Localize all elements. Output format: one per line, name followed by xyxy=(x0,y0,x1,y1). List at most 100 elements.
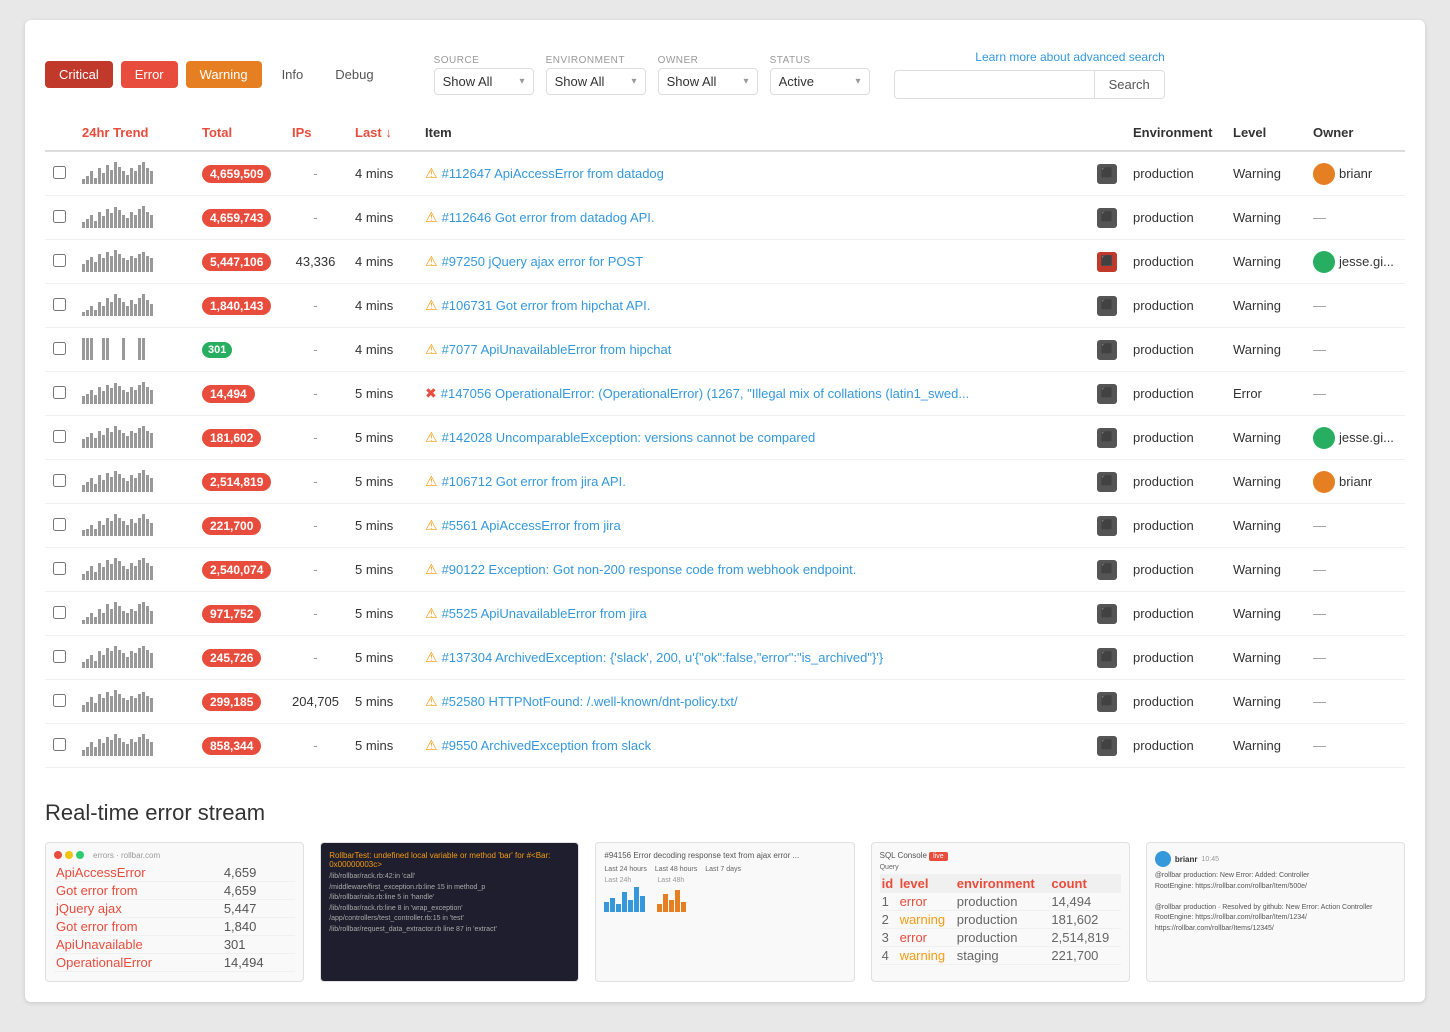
item-link[interactable]: #137304 ArchivedException: {'slack', 200… xyxy=(442,650,884,665)
item-link[interactable]: #7077 ApiUnavailableError from hipchat xyxy=(442,342,672,357)
last-seen: 4 mins xyxy=(347,284,417,328)
realtime-card-4[interactable]: SQL Console live Query idlevelenvironmen… xyxy=(871,842,1130,982)
row-checkbox[interactable] xyxy=(53,166,66,179)
item-link[interactable]: #112647 ApiAccessError from datadog xyxy=(442,166,664,181)
advanced-search-link[interactable]: Learn more about advanced search xyxy=(975,50,1164,64)
env-action-icon[interactable]: ⬛ xyxy=(1097,164,1117,184)
critical-button[interactable]: Critical xyxy=(45,61,113,88)
item-link[interactable]: #97250 jQuery ajax error for POST xyxy=(442,254,644,269)
env-icon-cell: ⬛ xyxy=(1083,636,1125,680)
header-owner[interactable]: Owner xyxy=(1305,115,1405,151)
header-environment[interactable]: Environment xyxy=(1125,115,1225,151)
table-row: 14,494-5 mins✖#147056 OperationalError: … xyxy=(45,372,1405,416)
total-badge: 5,447,106 xyxy=(202,253,271,271)
row-checkbox[interactable] xyxy=(53,738,66,751)
realtime-card-5[interactable]: brianr 10:45 @rollbar production: New Er… xyxy=(1146,842,1405,982)
header-24hr-trend[interactable]: 24hr Trend xyxy=(74,115,194,151)
realtime-card-2[interactable]: RollbarTest: undefined local variable or… xyxy=(320,842,579,982)
environment-value: production xyxy=(1125,504,1225,548)
debug-button[interactable]: Debug xyxy=(323,61,385,88)
item-link[interactable]: #112646 Got error from datadog API. xyxy=(442,210,655,225)
trend-chart xyxy=(82,688,153,712)
env-action-icon[interactable]: ⬛ xyxy=(1097,384,1117,404)
env-action-icon[interactable]: ⬛ xyxy=(1097,428,1117,448)
row-checkbox[interactable] xyxy=(53,562,66,575)
environment-value: production xyxy=(1125,724,1225,768)
item-link[interactable]: #90122 Exception: Got non-200 response c… xyxy=(442,562,857,577)
env-action-icon[interactable]: ⬛ xyxy=(1097,604,1117,624)
owner-name: brianr xyxy=(1339,166,1372,181)
row-checkbox[interactable] xyxy=(53,210,66,223)
env-action-icon[interactable]: ⬛ xyxy=(1097,252,1117,272)
row-checkbox[interactable] xyxy=(53,606,66,619)
status-filter: STATUS Active ▾ xyxy=(770,55,870,95)
env-action-icon[interactable]: ⬛ xyxy=(1097,560,1117,580)
item-link[interactable]: #106712 Got error from jira API. xyxy=(442,474,626,489)
item-link[interactable]: #106731 Got error from hipchat API. xyxy=(442,298,651,313)
source-select[interactable]: Show All ▾ xyxy=(434,68,534,95)
search-input[interactable] xyxy=(894,70,1094,99)
item-link[interactable]: #142028 UncomparableException: versions … xyxy=(442,430,816,445)
owner-name: — xyxy=(1313,518,1326,533)
owner-avatar xyxy=(1313,427,1335,449)
header-checkbox xyxy=(45,115,74,151)
total-badge: 858,344 xyxy=(202,737,261,755)
row-checkbox[interactable] xyxy=(53,254,66,267)
realtime-card-1[interactable]: errors · rollbar.com ApiAccessError4,659… xyxy=(45,842,304,982)
owner-select[interactable]: Show All ▾ xyxy=(658,68,758,95)
error-button[interactable]: Error xyxy=(121,61,178,88)
level-value: Warning xyxy=(1225,504,1305,548)
table-row: 181,602-5 mins⚠#142028 UncomparableExcep… xyxy=(45,416,1405,460)
owner-name: — xyxy=(1313,342,1326,357)
row-checkbox[interactable] xyxy=(53,342,66,355)
trend-chart xyxy=(82,380,153,404)
header-level[interactable]: Level xyxy=(1225,115,1305,151)
row-checkbox[interactable] xyxy=(53,386,66,399)
level-value: Warning xyxy=(1225,636,1305,680)
environment-select[interactable]: Show All ▾ xyxy=(546,68,646,95)
item-link[interactable]: #9550 ArchivedException from slack xyxy=(442,738,652,753)
item-link[interactable]: #5561 ApiAccessError from jira xyxy=(442,518,621,533)
env-action-icon[interactable]: ⬛ xyxy=(1097,472,1117,492)
item-link[interactable]: #147056 OperationalError: (OperationalEr… xyxy=(441,386,970,401)
row-checkbox[interactable] xyxy=(53,694,66,707)
ips-cell: - xyxy=(284,636,347,680)
header-total[interactable]: Total xyxy=(194,115,284,151)
env-icon-cell: ⬛ xyxy=(1083,240,1125,284)
env-action-icon[interactable]: ⬛ xyxy=(1097,736,1117,756)
item-cell: ⚠#52580 HTTPNotFound: /.well-known/dnt-p… xyxy=(417,680,1083,724)
row-checkbox[interactable] xyxy=(53,518,66,531)
row-checkbox[interactable] xyxy=(53,650,66,663)
status-select[interactable]: Active ▾ xyxy=(770,68,870,95)
header-last[interactable]: Last ↓ xyxy=(347,115,417,151)
total-badge: 181,602 xyxy=(202,429,261,447)
env-action-icon[interactable]: ⬛ xyxy=(1097,692,1117,712)
source-filter: SOURCE Show All ▾ xyxy=(434,55,534,95)
row-checkbox[interactable] xyxy=(53,474,66,487)
env-action-icon[interactable]: ⬛ xyxy=(1097,208,1117,228)
owner-value: jesse.gi... xyxy=(1305,240,1405,284)
last-seen: 4 mins xyxy=(347,328,417,372)
env-icon-cell: ⬛ xyxy=(1083,372,1125,416)
warning-icon: ⚠ xyxy=(425,297,438,313)
env-action-icon[interactable]: ⬛ xyxy=(1097,296,1117,316)
item-cell: ⚠#112646 Got error from datadog API. xyxy=(417,196,1083,240)
search-button[interactable]: Search xyxy=(1094,70,1165,99)
header-ips[interactable]: IPs xyxy=(284,115,347,151)
realtime-card-3[interactable]: #94156 Error decoding response text from… xyxy=(595,842,854,982)
env-icon-cell: ⬛ xyxy=(1083,284,1125,328)
warning-button[interactable]: Warning xyxy=(186,61,262,88)
env-action-icon[interactable]: ⬛ xyxy=(1097,340,1117,360)
item-link[interactable]: #52580 HTTPNotFound: /.well-known/dnt-po… xyxy=(442,694,738,709)
level-value: Warning xyxy=(1225,151,1305,196)
info-button[interactable]: Info xyxy=(270,61,316,88)
env-action-icon[interactable]: ⬛ xyxy=(1097,516,1117,536)
ips-cell: - xyxy=(284,724,347,768)
row-checkbox[interactable] xyxy=(53,430,66,443)
table-row: 5,447,10643,3364 mins⚠#97250 jQuery ajax… xyxy=(45,240,1405,284)
header-item[interactable]: Item xyxy=(417,115,1083,151)
row-checkbox[interactable] xyxy=(53,298,66,311)
item-link[interactable]: #5525 ApiUnavailableError from jira xyxy=(442,606,647,621)
header-spacer xyxy=(1083,115,1125,151)
env-action-icon[interactable]: ⬛ xyxy=(1097,648,1117,668)
